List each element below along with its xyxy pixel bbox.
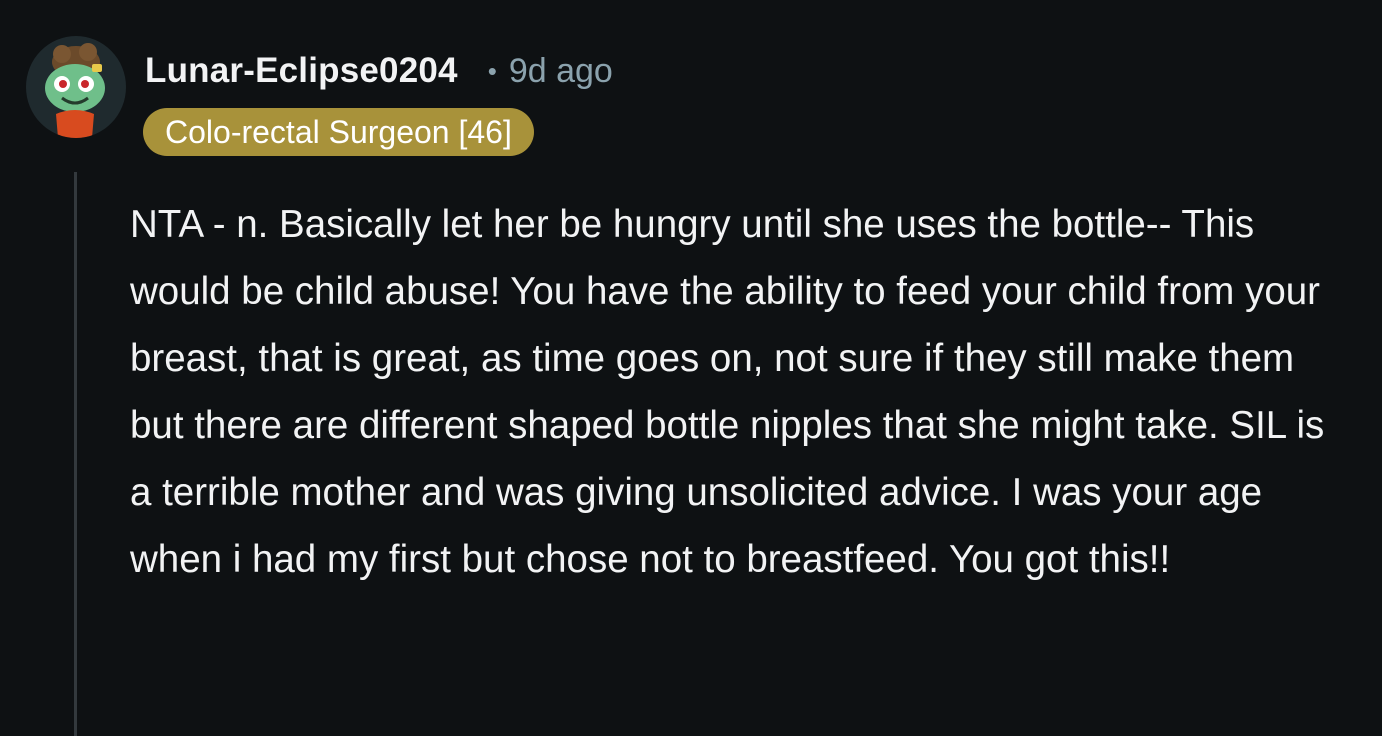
thread-line[interactable] (74, 172, 77, 736)
meta-separator: • (487, 55, 497, 86)
comment-meta: Lunar-Eclipse0204 • 9d ago (145, 48, 613, 94)
user-avatar[interactable] (26, 36, 126, 138)
snoo-avatar-icon (45, 43, 105, 138)
comment-body: NTA - n. Basically let her be hungry unt… (130, 203, 1325, 581)
comment-timestamp[interactable]: 9d ago (509, 52, 613, 91)
comment: Lunar-Eclipse0204 • 9d ago Colo-rectal S… (0, 0, 1382, 736)
user-flair: Colo-rectal Surgeon [46] (143, 108, 534, 156)
author-username[interactable]: Lunar-Eclipse0204 (145, 51, 458, 91)
